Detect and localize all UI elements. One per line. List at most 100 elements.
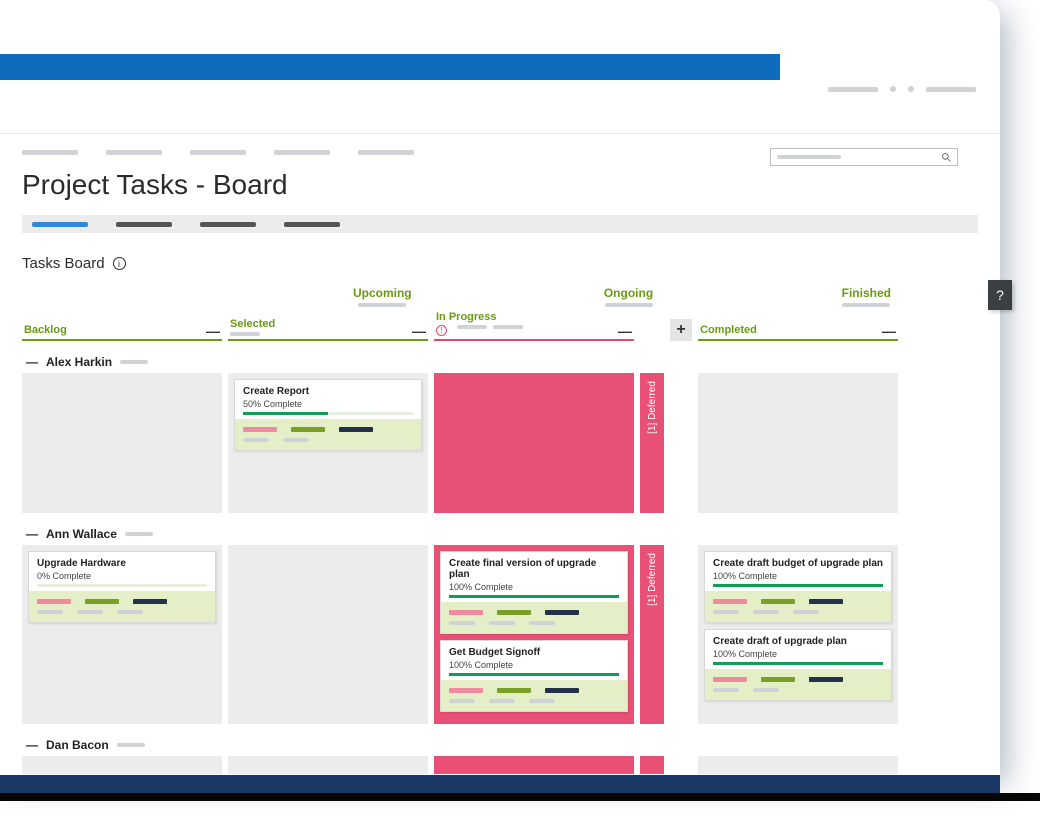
cell-selected[interactable] xyxy=(228,545,428,724)
deferred-label: [1] Deferred xyxy=(647,553,658,606)
device-bezel xyxy=(0,775,1040,835)
meta xyxy=(283,438,309,442)
section-title: Tasks Board i xyxy=(22,255,978,272)
placeholder xyxy=(828,87,878,92)
window-dot[interactable] xyxy=(908,86,914,92)
swimlane-header[interactable]: — Alex Harkin xyxy=(26,355,978,369)
crumb[interactable] xyxy=(106,150,162,155)
task-card[interactable]: Create final version of upgrade plan 100… xyxy=(440,551,628,634)
crumb[interactable] xyxy=(190,150,246,155)
crumb[interactable] xyxy=(358,150,414,155)
card-title: Create draft of upgrade plan xyxy=(713,636,883,647)
collapse-icon[interactable]: — xyxy=(206,327,220,335)
column-label: In Progress xyxy=(436,311,497,323)
card-progress-label: 100% Complete xyxy=(713,571,883,581)
placeholder xyxy=(117,743,145,747)
task-card[interactable]: Get Budget Signoff 100% Complete xyxy=(440,640,628,712)
placeholder xyxy=(842,303,890,307)
progress-bar xyxy=(449,595,619,598)
collapse-icon[interactable]: — xyxy=(26,355,38,369)
card-progress-label: 100% Complete xyxy=(449,660,619,670)
card-progress-label: 100% Complete xyxy=(713,649,883,659)
card-progress-label: 50% Complete xyxy=(243,399,413,409)
card-progress-label: 0% Complete xyxy=(37,571,207,581)
collapse-icon[interactable]: — xyxy=(412,327,426,335)
crumb[interactable] xyxy=(22,150,78,155)
placeholder xyxy=(605,303,653,307)
card-progress-label: 100% Complete xyxy=(449,582,619,592)
cell-deferred[interactable]: [1] Deferred xyxy=(640,545,664,724)
page-title: Project Tasks - Board xyxy=(22,169,978,201)
cell-inprogress[interactable] xyxy=(434,373,634,513)
collapse-icon[interactable]: — xyxy=(882,327,896,335)
progress-bar xyxy=(449,673,619,676)
stage-finished: Finished xyxy=(755,284,978,311)
task-card[interactable]: Create Report 50% Complete xyxy=(234,379,422,451)
column-completed[interactable]: Completed — xyxy=(698,324,898,341)
card-title: Create final version of upgrade plan xyxy=(449,558,619,580)
add-column-button[interactable]: + xyxy=(670,319,692,341)
swimlane: Create Report 50% Complete [1] Deferred xyxy=(22,373,978,513)
column-selected[interactable]: Selected — xyxy=(228,318,428,341)
cell-backlog[interactable] xyxy=(22,373,222,513)
stage-label: Ongoing xyxy=(604,286,653,300)
tag xyxy=(339,427,373,432)
cell-completed[interactable] xyxy=(698,756,898,774)
swimlane: Upgrade Hardware 0% Complete xyxy=(22,545,978,724)
info-icon[interactable]: i xyxy=(113,257,126,270)
deferred-label: [1] Deferred xyxy=(647,381,658,434)
progress-bar xyxy=(37,584,207,587)
app-window: Project Tasks - Board Tasks Board i Upco… xyxy=(0,0,1000,775)
progress-bar xyxy=(243,412,413,415)
tag xyxy=(291,427,325,432)
task-card[interactable]: Create draft of upgrade plan 100% Comple… xyxy=(704,629,892,701)
cell-selected[interactable] xyxy=(228,756,428,774)
cell-completed[interactable]: Create draft budget of upgrade plan 100%… xyxy=(698,545,898,724)
cell-completed[interactable] xyxy=(698,373,898,513)
tab[interactable] xyxy=(116,222,172,227)
swimlane-header[interactable]: — Ann Wallace xyxy=(26,527,978,541)
collapse-icon[interactable]: — xyxy=(26,738,38,752)
meta xyxy=(243,438,269,442)
column-inprogress[interactable]: In Progress ! — xyxy=(434,311,634,341)
collapse-icon[interactable]: — xyxy=(26,527,38,541)
cell-inprogress[interactable]: Create final version of upgrade plan 100… xyxy=(434,545,634,724)
stage-ongoing: Ongoing xyxy=(502,284,754,311)
task-card[interactable]: Upgrade Hardware 0% Complete xyxy=(28,551,216,623)
crumb[interactable] xyxy=(274,150,330,155)
card-title: Create draft budget of upgrade plan xyxy=(713,558,883,569)
swimlane xyxy=(22,756,978,774)
browser-chrome xyxy=(0,54,1000,134)
section-label: Tasks Board xyxy=(22,255,105,272)
column-backlog[interactable]: Backlog — xyxy=(22,324,222,341)
placeholder xyxy=(125,532,153,536)
tab[interactable] xyxy=(284,222,340,227)
card-title: Get Budget Signoff xyxy=(449,647,619,658)
cell-backlog[interactable]: Upgrade Hardware 0% Complete xyxy=(22,545,222,724)
task-card[interactable]: Create draft budget of upgrade plan 100%… xyxy=(704,551,892,623)
window-dot[interactable] xyxy=(890,86,896,92)
tab-active[interactable] xyxy=(32,222,88,227)
search-input[interactable] xyxy=(770,148,958,166)
progress-bar xyxy=(713,584,883,587)
card-title: Upgrade Hardware xyxy=(37,558,207,569)
card-title: Create Report xyxy=(243,386,413,397)
ribbon-bar xyxy=(0,54,780,80)
placeholder xyxy=(777,155,841,159)
tab[interactable] xyxy=(200,222,256,227)
cell-deferred[interactable]: [1] Deferred xyxy=(640,373,664,513)
cell-inprogress[interactable] xyxy=(434,756,634,774)
tag xyxy=(243,427,277,432)
cell-backlog[interactable] xyxy=(22,756,222,774)
cell-selected[interactable]: Create Report 50% Complete xyxy=(228,373,428,513)
placeholder xyxy=(120,360,148,364)
person-name: Dan Bacon xyxy=(46,738,109,752)
column-label: Backlog xyxy=(24,324,220,336)
cell-deferred[interactable] xyxy=(640,756,664,774)
collapse-icon[interactable]: — xyxy=(618,327,632,335)
window-controls xyxy=(828,86,976,92)
kanban-board: Upcoming Ongoing Finished Backlog — xyxy=(22,284,978,774)
help-button[interactable]: ? xyxy=(988,280,1012,310)
tab-strip xyxy=(22,215,978,233)
swimlane-header[interactable]: — Dan Bacon xyxy=(26,738,978,752)
